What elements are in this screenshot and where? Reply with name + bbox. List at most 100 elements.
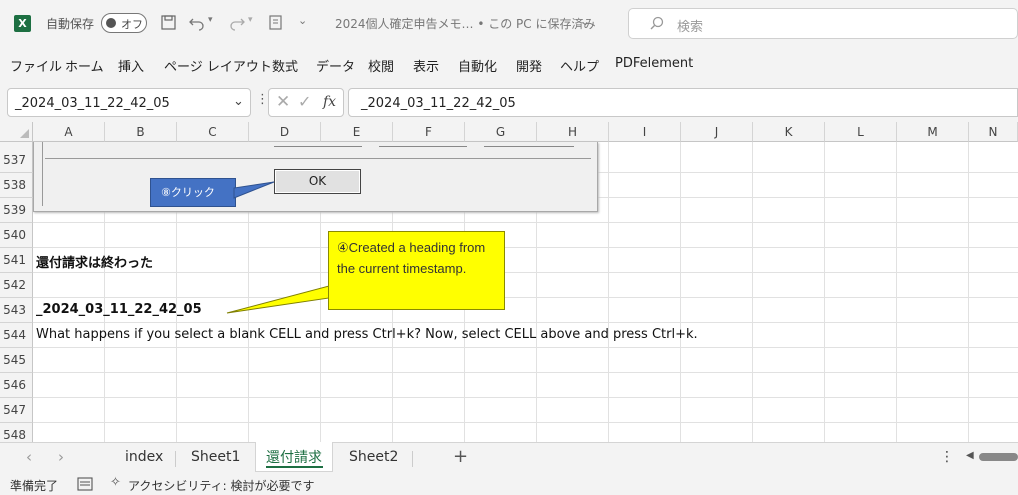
search-icon bbox=[650, 16, 664, 30]
name-box[interactable]: _2024_03_11_22_42_05 ⌄ bbox=[7, 88, 251, 117]
dialog-screenshot: OK bbox=[33, 142, 598, 212]
column-header-l[interactable]: L bbox=[825, 122, 897, 142]
add-sheet-button[interactable]: + bbox=[453, 446, 468, 467]
tab-help[interactable]: ヘルプ bbox=[560, 56, 599, 75]
column-header-a[interactable]: A bbox=[33, 122, 105, 142]
undo-icon[interactable] bbox=[188, 14, 206, 31]
row-header-540[interactable]: 540 bbox=[0, 223, 33, 248]
annotation-arrow-icon bbox=[233, 181, 275, 199]
row-header-542[interactable]: 542 bbox=[0, 273, 33, 298]
callout-pointer bbox=[226, 285, 330, 314]
cancel-icon[interactable]: ✕ bbox=[276, 92, 290, 112]
dialog-field-1 bbox=[274, 142, 362, 147]
tab-automate[interactable]: 自動化 bbox=[458, 56, 497, 75]
callout-box: ④Created a heading from the current time… bbox=[328, 231, 505, 310]
customize-toolbar-icon[interactable]: ⌄ bbox=[298, 14, 307, 27]
ok-button-label: OK bbox=[308, 174, 327, 188]
search-placeholder: 検索 bbox=[677, 20, 704, 35]
column-header-e[interactable]: E bbox=[321, 122, 393, 142]
column-header-j[interactable]: J bbox=[681, 122, 753, 142]
document-title[interactable]: 2024個人確定申告メモ… • この PC に保存済み bbox=[335, 15, 596, 32]
cell-a544[interactable]: What happens if you select a blank CELL … bbox=[36, 327, 698, 342]
search-box[interactable]: 検索 bbox=[628, 8, 1018, 39]
next-sheet-icon[interactable]: › bbox=[58, 448, 64, 466]
undo-dropdown-icon[interactable]: ▾ bbox=[208, 15, 213, 25]
title-chevron-down-icon[interactable]: ⌄ bbox=[580, 14, 590, 28]
status-accessibility[interactable]: アクセシビリティ: 検討が必要です bbox=[128, 477, 315, 494]
scroll-left-icon[interactable]: ◀ bbox=[966, 450, 974, 461]
column-header-c[interactable]: C bbox=[177, 122, 249, 142]
tab-view[interactable]: 表示 bbox=[413, 56, 439, 75]
row-header-538[interactable]: 538 bbox=[0, 173, 33, 198]
column-header-m[interactable]: M bbox=[897, 122, 969, 142]
autosave-toggle[interactable]: オフ bbox=[101, 13, 147, 33]
macro-record-icon[interactable] bbox=[77, 477, 93, 491]
tab-insert[interactable]: 挿入 bbox=[118, 56, 144, 75]
sheet-tab-kanpu-label: 還付請求 bbox=[266, 450, 322, 466]
redo-dropdown-icon[interactable]: ▾ bbox=[248, 15, 253, 25]
row-header-filler bbox=[0, 142, 33, 148]
sheet-tab-index[interactable]: index bbox=[125, 449, 163, 465]
horizontal-scrollbar[interactable] bbox=[979, 453, 1018, 461]
row-header-544[interactable]: 544 bbox=[0, 323, 33, 348]
name-box-chevron-down-icon[interactable]: ⌄ bbox=[233, 94, 244, 109]
autosave-toggle-label: オフ bbox=[121, 18, 143, 31]
row-header-541[interactable]: 541 bbox=[0, 248, 33, 273]
cell-a543[interactable]: _2024_03_11_22_42_05 bbox=[36, 302, 202, 317]
tab-page-layout[interactable]: ページ レイアウト bbox=[164, 56, 272, 75]
status-ready: 準備完了 bbox=[10, 479, 59, 493]
tab-pdfelement[interactable]: PDFelement bbox=[615, 56, 693, 71]
tab-data[interactable]: データ bbox=[316, 56, 355, 75]
insert-function-icon[interactable]: fx bbox=[323, 94, 336, 110]
sheet-tab-sheet1[interactable]: Sheet1 bbox=[191, 449, 240, 465]
column-header-i[interactable]: I bbox=[609, 122, 681, 142]
redo-icon[interactable] bbox=[228, 14, 246, 31]
column-header-n[interactable]: N bbox=[969, 122, 1018, 142]
formula-actions: ✕ ✓ fx bbox=[268, 88, 344, 117]
formula-input[interactable]: _2024_03_11_22_42_05 bbox=[348, 88, 1018, 117]
column-header-h[interactable]: H bbox=[537, 122, 609, 142]
column-header-b[interactable]: B bbox=[105, 122, 177, 142]
column-header-k[interactable]: K bbox=[753, 122, 825, 142]
tab-file[interactable]: ファイル bbox=[10, 56, 62, 75]
sheet-tab-sheet2[interactable]: Sheet2 bbox=[349, 449, 398, 465]
enter-icon[interactable]: ✓ bbox=[298, 92, 311, 111]
active-tab-underline bbox=[266, 466, 323, 468]
callout-text: ④Created a heading from the current time… bbox=[337, 240, 486, 276]
row-header-548[interactable]: 548 bbox=[0, 423, 33, 442]
dialog-field-3 bbox=[484, 142, 574, 147]
accessibility-icon[interactable]: ✧ bbox=[110, 475, 121, 490]
cell-a541[interactable]: 還付請求は終わった bbox=[36, 252, 153, 271]
sheet-options-icon[interactable]: ⋮ bbox=[940, 449, 954, 465]
dialog-left-edge bbox=[42, 142, 46, 206]
form-icon[interactable] bbox=[268, 14, 283, 31]
ok-button[interactable]: OK bbox=[274, 169, 361, 194]
name-box-value: _2024_03_11_22_42_05 bbox=[15, 96, 170, 111]
tab-developer[interactable]: 開発 bbox=[516, 56, 542, 75]
sheet-tab-bar: ‹ › index Sheet1 還付請求 Sheet2 + ⋮ ◀ bbox=[0, 442, 1018, 473]
dialog-field-2 bbox=[379, 142, 467, 147]
tab-review[interactable]: 校閲 bbox=[368, 56, 394, 75]
row-header-543[interactable]: 543 bbox=[0, 298, 33, 323]
click-annotation-text: ⑧クリック bbox=[161, 186, 215, 199]
tab-home[interactable]: ホーム bbox=[65, 56, 104, 75]
row-header-539[interactable]: 539 bbox=[0, 198, 33, 223]
click-annotation: ⑧クリック bbox=[150, 178, 236, 207]
sheet-tab-active[interactable]: 還付請求 bbox=[255, 442, 333, 472]
tab-divider bbox=[412, 451, 413, 467]
formula-bar: _2024_03_11_22_42_05 ⌄ ⋮ ✕ ✓ fx _2024_03… bbox=[0, 84, 1018, 122]
save-icon[interactable] bbox=[160, 14, 177, 31]
previous-sheet-icon[interactable]: ‹ bbox=[26, 448, 32, 466]
spreadsheet-grid[interactable]: A B C D E F G H I J K L M N 537 538 539 … bbox=[0, 122, 1018, 442]
column-header-g[interactable]: G bbox=[465, 122, 537, 142]
select-all-corner[interactable] bbox=[0, 122, 33, 142]
tab-formulas[interactable]: 数式 bbox=[272, 56, 298, 75]
row-header-546[interactable]: 546 bbox=[0, 373, 33, 398]
toggle-knob bbox=[106, 18, 116, 28]
status-bar: 準備完了 ✧ アクセシビリティ: 検討が必要です bbox=[0, 473, 1018, 495]
row-header-547[interactable]: 547 bbox=[0, 398, 33, 423]
row-header-545[interactable]: 545 bbox=[0, 348, 33, 373]
row-header-537[interactable]: 537 bbox=[0, 148, 33, 173]
column-header-d[interactable]: D bbox=[249, 122, 321, 142]
column-header-f[interactable]: F bbox=[393, 122, 465, 142]
